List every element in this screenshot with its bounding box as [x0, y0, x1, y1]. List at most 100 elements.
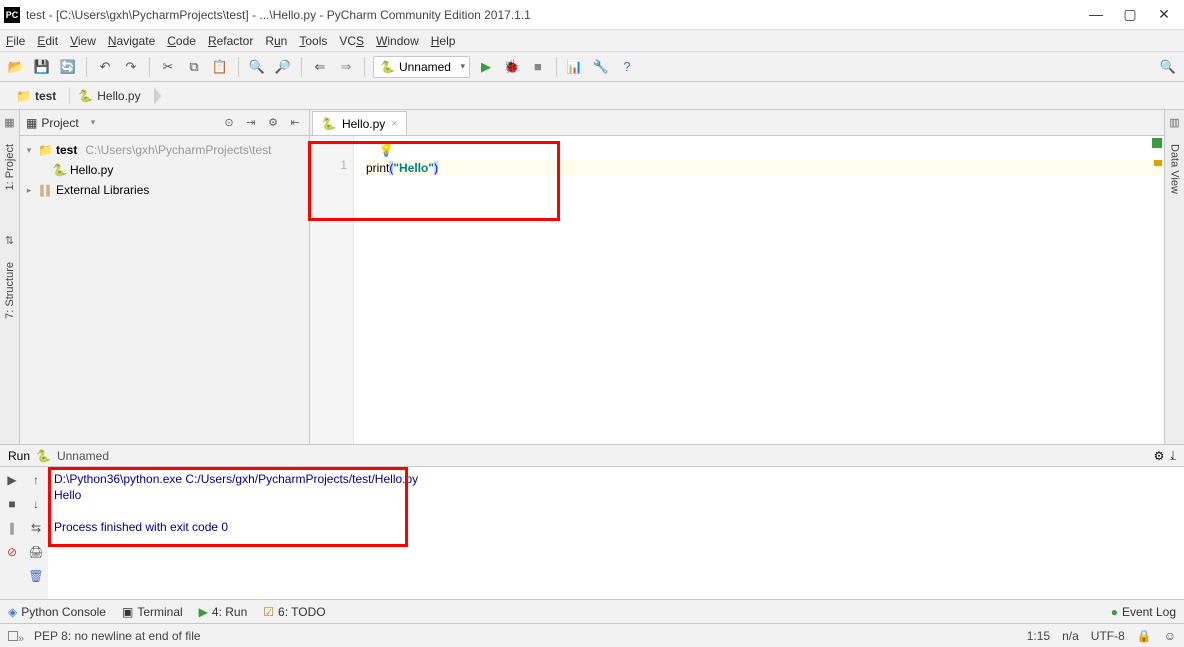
project-tool-tab[interactable]: 1: Project: [4, 140, 16, 194]
scroll-from-source-icon[interactable]: ⊙: [221, 115, 237, 131]
caret-position[interactable]: 1:15: [1027, 629, 1050, 643]
line-number: 1: [310, 158, 347, 172]
trash-icon[interactable]: 🗑: [27, 567, 45, 585]
menu-code[interactable]: Code: [167, 34, 196, 48]
run-console-output[interactable]: D:\Python36\python.exe C:/Users/gxh/Pych…: [48, 467, 1184, 599]
menu-view[interactable]: View: [70, 34, 96, 48]
paste-icon[interactable]: 📋: [210, 57, 230, 77]
find-icon[interactable]: 🔍: [247, 57, 267, 77]
status-indicator-icon[interactable]: [8, 631, 18, 641]
lock-icon[interactable]: 🔒: [1137, 629, 1152, 643]
project-panel-title: Project: [41, 116, 78, 130]
python-file-icon: 🐍: [321, 117, 336, 131]
debug-button[interactable]: 🐞: [502, 57, 522, 77]
chevron-right-icon[interactable]: ▸: [24, 185, 34, 196]
menu-tools[interactable]: Tools: [299, 34, 327, 48]
tree-file-hello[interactable]: 🐍 Hello.py: [20, 160, 309, 180]
code-token-string: "Hello": [393, 161, 434, 175]
file-encoding[interactable]: UTF-8: [1091, 629, 1125, 643]
python-console-tab[interactable]: ◈Python Console: [8, 605, 106, 619]
cut-icon[interactable]: ✂: [158, 57, 178, 77]
menu-run[interactable]: Run: [265, 34, 287, 48]
gear-icon[interactable]: ⚙: [265, 115, 281, 131]
menu-refactor[interactable]: Refactor: [208, 34, 253, 48]
menu-file[interactable]: File: [6, 34, 25, 48]
print-icon[interactable]: 🖨: [27, 543, 45, 561]
hector-icon[interactable]: ☺: [1164, 629, 1176, 643]
copy-icon[interactable]: ⧉: [184, 57, 204, 77]
project-tree: ▾ 📁 test C:\Users\gxh\PycharmProjects\te…: [20, 136, 309, 204]
breadcrumb-file[interactable]: 🐍 Hello.py: [70, 85, 154, 107]
exit-button[interactable]: ⊘: [3, 543, 21, 561]
run-tab[interactable]: ▶4: Run: [199, 605, 248, 619]
minimize-button[interactable]: —: [1088, 6, 1104, 23]
tree-ext-libs[interactable]: ▸ ∥∥ External Libraries: [20, 180, 309, 200]
redo-icon[interactable]: ↷: [121, 57, 141, 77]
stop-button[interactable]: ■: [3, 495, 21, 513]
help-icon[interactable]: ?: [617, 57, 637, 77]
menu-navigate[interactable]: Navigate: [108, 34, 155, 48]
save-icon[interactable]: 💾: [32, 57, 52, 77]
pause-button[interactable]: ∥: [3, 519, 21, 537]
expand-icon[interactable]: »: [18, 633, 24, 645]
run-panel-label: Run: [8, 449, 30, 463]
line-sep[interactable]: n/a: [1062, 629, 1079, 643]
event-log-tab[interactable]: ●Event Log: [1111, 605, 1176, 619]
code-token-fn: print: [366, 161, 389, 175]
open-icon[interactable]: 📂: [6, 57, 26, 77]
window-title: test - [C:\Users\gxh\PycharmProjects\tes…: [26, 8, 1088, 22]
stop-button[interactable]: ■: [528, 57, 548, 77]
chevron-down-icon[interactable]: ▾: [24, 145, 34, 156]
gear-icon[interactable]: ⚙: [1154, 449, 1165, 463]
collapse-all-icon[interactable]: ⇥: [243, 115, 259, 131]
back-icon[interactable]: ⇐: [310, 57, 330, 77]
analysis-marker-icon[interactable]: [1152, 138, 1162, 148]
menu-vcs[interactable]: VCS: [339, 34, 364, 48]
todo-tab[interactable]: ☑6: TODO: [263, 605, 325, 619]
breadcrumb-root-label: test: [35, 89, 56, 103]
soft-wrap-icon[interactable]: ⇆: [27, 519, 45, 537]
dataview-tool-tab[interactable]: Data View: [1169, 140, 1181, 198]
run-button[interactable]: ▶: [476, 57, 496, 77]
hide-panel-icon[interactable]: ⇤: [287, 115, 303, 131]
tree-extlib-label: External Libraries: [56, 183, 149, 197]
code-token-close: ): [434, 161, 438, 175]
run-config-selector[interactable]: 🐍 Unnamed: [373, 56, 470, 78]
pycharm-logo-icon: PC: [4, 7, 20, 23]
terminal-tab[interactable]: ▣Terminal: [122, 605, 183, 619]
tree-root[interactable]: ▾ 📁 test C:\Users\gxh\PycharmProjects\te…: [20, 140, 309, 160]
menu-edit[interactable]: Edit: [37, 34, 58, 48]
left-tool-strip: ▦ 1: Project ⇅ 7: Structure: [0, 110, 20, 444]
settings-icon[interactable]: 🔧: [591, 57, 611, 77]
editor-tab-label: Hello.py: [342, 117, 385, 131]
down-stack-icon[interactable]: ↓: [27, 495, 45, 513]
up-stack-icon[interactable]: ↑: [27, 471, 45, 489]
structure-tool-tab[interactable]: 7: Structure: [4, 258, 16, 323]
rerun-button[interactable]: ▶: [3, 471, 21, 489]
output-stdout: Hello: [54, 487, 1178, 503]
close-button[interactable]: ✕: [1156, 6, 1172, 23]
undo-icon[interactable]: ↶: [95, 57, 115, 77]
warning-stripe-icon[interactable]: [1154, 160, 1162, 166]
editor-tab-hello[interactable]: 🐍 Hello.py ×: [312, 111, 407, 135]
menu-help[interactable]: Help: [431, 34, 456, 48]
replace-icon[interactable]: 🔎: [273, 57, 293, 77]
menu-window[interactable]: Window: [376, 34, 419, 48]
search-everywhere-icon[interactable]: 🔍: [1158, 57, 1178, 77]
sync-icon[interactable]: 🔄: [58, 57, 78, 77]
hide-panel-icon[interactable]: ⥙: [1170, 448, 1176, 463]
code-editor[interactable]: 1 💡 print("Hello"): [310, 136, 1164, 444]
dataview-strip-icon: ▥: [1168, 116, 1182, 130]
intention-bulb-icon[interactable]: 💡: [378, 142, 394, 158]
breadcrumb-root[interactable]: 📁 test: [8, 85, 70, 107]
editor-content[interactable]: 💡 print("Hello"): [354, 136, 1164, 444]
profiler-icon[interactable]: 📊: [565, 57, 585, 77]
maximize-button[interactable]: ▢: [1122, 6, 1138, 23]
forward-icon[interactable]: ⇒: [336, 57, 356, 77]
close-tab-icon[interactable]: ×: [391, 118, 397, 130]
python-file-icon: 🐍: [78, 89, 93, 103]
run-tool-window: Run 🐍 Unnamed ⚙ ⥙ ▶ ■ ∥ ⊘ » ↑ ↓ ⇆ 🖨 🗑: [0, 444, 1184, 599]
run-config-name: Unnamed: [399, 60, 451, 74]
python-file-icon: 🐍: [52, 163, 66, 177]
code-line-1[interactable]: print("Hello"): [366, 160, 1164, 176]
